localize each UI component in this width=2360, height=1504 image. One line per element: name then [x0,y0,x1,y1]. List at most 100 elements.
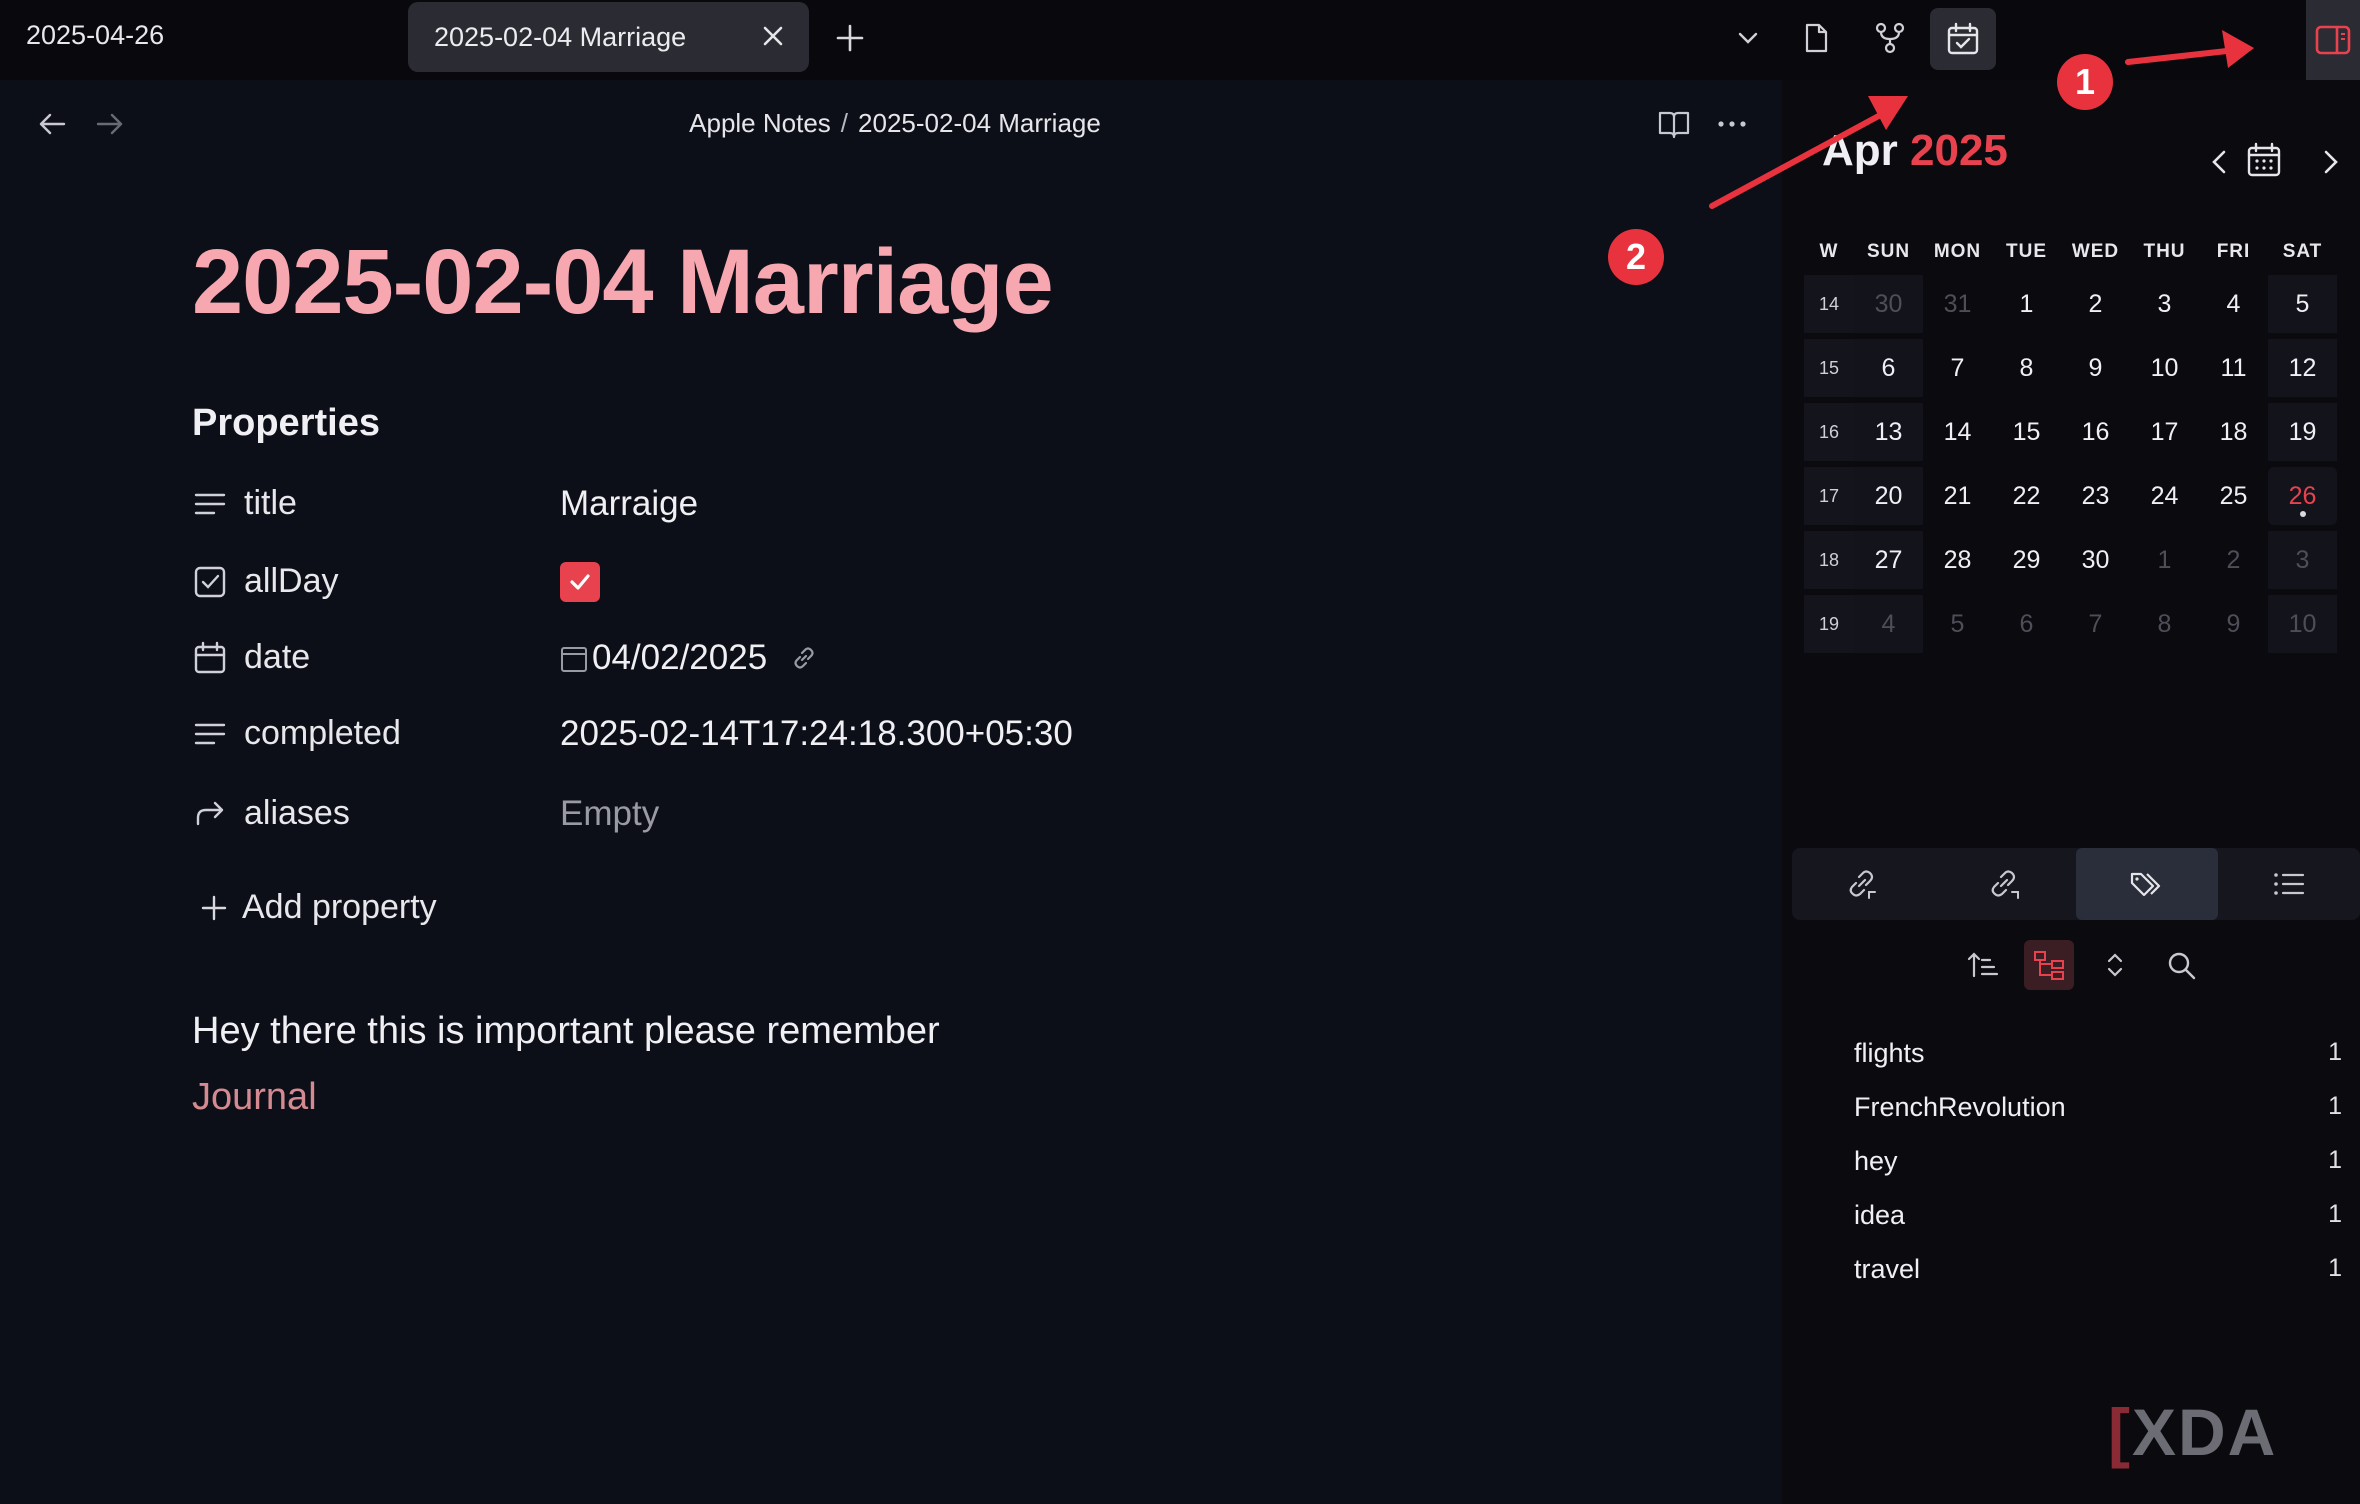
plus-icon[interactable] [830,18,870,58]
property-value[interactable]: Marraige [560,484,698,524]
property-row-title[interactable]: title Marraige [192,480,1192,530]
property-value-empty[interactable]: Empty [560,794,659,834]
property-value[interactable]: 2025-02-14T17:24:18.300+05:30 [560,714,1073,754]
calendar-today-icon[interactable] [2244,140,2284,180]
property-key[interactable]: aliases [244,794,350,833]
week-number[interactable]: 16 [1804,403,1854,461]
properties-heading[interactable]: Properties [192,402,380,445]
calendar-day[interactable]: 25 [2199,467,2268,525]
calendar-day[interactable]: 10 [2268,595,2337,653]
tag-name[interactable]: travel [1854,1254,1920,1285]
calendar-day[interactable]: 15 [1992,403,2061,461]
calendar-day[interactable]: 24 [2130,467,2199,525]
property-row-aliases[interactable]: aliases Empty [192,790,1192,840]
tag-item[interactable]: idea 1 [1782,1194,2360,1248]
calendar-day[interactable]: 28 [1923,531,1992,589]
calendar-day[interactable]: 4 [2199,275,2268,333]
book-open-icon[interactable] [1656,106,1692,142]
tag-name[interactable]: idea [1854,1200,1905,1231]
calendar-day[interactable]: 26 [2268,467,2337,525]
calendar-day[interactable]: 6 [1854,339,1923,397]
chevron-right-icon[interactable] [2312,144,2348,180]
calendar-day[interactable]: 11 [2199,339,2268,397]
tab-outgoing-links[interactable] [1934,848,2076,920]
note-title[interactable]: 2025-02-04 Marriage [192,230,1054,335]
chevron-down-icon[interactable] [1724,14,1772,62]
property-key[interactable]: allDay [244,562,338,601]
week-number[interactable]: 14 [1804,275,1854,333]
tag-name[interactable]: hey [1854,1146,1898,1177]
more-horizontal-icon[interactable] [1712,106,1752,142]
calendar-day[interactable]: 18 [2199,403,2268,461]
calendar-day[interactable]: 7 [1923,339,1992,397]
calendar-day[interactable]: 14 [1923,403,1992,461]
calendar-day[interactable]: 23 [2061,467,2130,525]
calendar-day[interactable]: 19 [2268,403,2337,461]
calendar-day[interactable]: 29 [1992,531,2061,589]
tag-name[interactable]: FrenchRevolution [1854,1092,2066,1123]
date-value[interactable]: 04/02/2025 [592,638,767,678]
calendar-day[interactable]: 2 [2061,275,2130,333]
calendar-day[interactable]: 22 [1992,467,2061,525]
tag-item[interactable]: travel 1 [1782,1248,2360,1302]
date-picker[interactable]: 04/02/2025 [560,638,819,678]
tab-backlinks[interactable] [1792,848,1934,920]
property-row-completed[interactable]: completed 2025-02-14T17:24:18.300+05:30 [192,710,1192,760]
calendar-day[interactable]: 31 [1923,275,1992,333]
calendar-day[interactable]: 1 [1992,275,2061,333]
search-button[interactable] [2156,940,2206,990]
tree-view-button[interactable] [2024,940,2074,990]
calendar-check-icon[interactable] [1930,8,1996,70]
calendar-day[interactable]: 4 [1854,595,1923,653]
week-number[interactable]: 17 [1804,467,1854,525]
calendar-day[interactable]: 21 [1923,467,1992,525]
calendar-day[interactable]: 6 [1992,595,2061,653]
calendar-day[interactable]: 12 [2268,339,2337,397]
link-icon[interactable] [789,643,819,673]
property-row-date[interactable]: date 04/02/2025 [192,634,1192,684]
property-row-allday[interactable]: allDay [192,558,1192,608]
sidebar-toggle-button[interactable] [2306,0,2360,80]
calendar-day[interactable]: 9 [2199,595,2268,653]
tag-item[interactable]: flights 1 [1782,1032,2360,1086]
git-branch-icon[interactable] [1866,14,1914,62]
calendar-day[interactable]: 13 [1854,403,1923,461]
calendar-day[interactable]: 3 [2130,275,2199,333]
calendar-day[interactable]: 5 [2268,275,2337,333]
tag-item[interactable]: FrenchRevolution 1 [1782,1086,2360,1140]
note-body-text[interactable]: Hey there this is important please remem… [192,1010,940,1053]
breadcrumb-folder[interactable]: Apple Notes [689,108,831,138]
calendar-day[interactable]: 16 [2061,403,2130,461]
sort-button[interactable] [1958,940,2008,990]
calendar-day[interactable]: 20 [1854,467,1923,525]
tag-name[interactable]: flights [1854,1038,1925,1069]
calendar-day[interactable]: 3 [2268,531,2337,589]
expand-collapse-button[interactable] [2090,940,2140,990]
calendar-day[interactable]: 8 [1992,339,2061,397]
property-key[interactable]: completed [244,714,401,753]
add-property-button[interactable]: Add property [200,888,437,927]
calendar-day[interactable]: 9 [2061,339,2130,397]
note-body-link[interactable]: Journal [192,1076,317,1119]
tab-active-note[interactable]: 2025-02-04 Marriage [408,2,809,72]
week-number[interactable]: 15 [1804,339,1854,397]
allday-checkbox[interactable] [560,562,600,602]
calendar-day[interactable]: 1 [2130,531,2199,589]
property-key[interactable]: title [244,484,297,523]
file-icon[interactable] [1792,14,1840,62]
calendar-day[interactable]: 2 [2199,531,2268,589]
tab-outline[interactable] [2218,848,2360,920]
property-key[interactable]: date [244,638,310,677]
close-icon[interactable] [755,16,791,56]
calendar-day[interactable]: 27 [1854,531,1923,589]
calendar-day[interactable]: 5 [1923,595,1992,653]
calendar-day[interactable]: 7 [2061,595,2130,653]
calendar-day[interactable]: 17 [2130,403,2199,461]
week-number[interactable]: 18 [1804,531,1854,589]
calendar-day[interactable]: 8 [2130,595,2199,653]
chevron-left-icon[interactable] [2202,144,2238,180]
calendar-day[interactable]: 30 [1854,275,1923,333]
breadcrumb-note[interactable]: 2025-02-04 Marriage [858,108,1101,138]
week-number[interactable]: 19 [1804,595,1854,653]
tag-item[interactable]: hey 1 [1782,1140,2360,1194]
